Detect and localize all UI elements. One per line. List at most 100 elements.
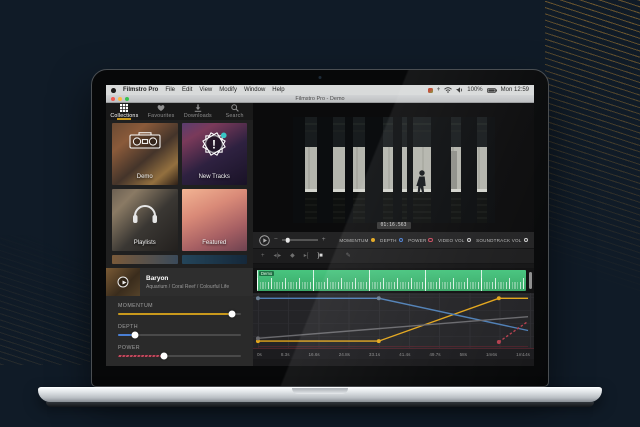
- collection-tile-new-tracks[interactable]: ! New Tracks: [182, 123, 248, 185]
- decor-stripes-right: [545, 0, 640, 330]
- collections-grid-icon: [120, 104, 128, 112]
- zoom-in-button[interactable]: +: [322, 237, 326, 244]
- channel-label: VIDEO VOL: [438, 238, 465, 243]
- power-slider-track[interactable]: [118, 355, 241, 357]
- library-tab-bar: Collections Favourites Downloads Se: [106, 103, 253, 120]
- expand-keyframe-icon[interactable]: ◆: [290, 253, 295, 259]
- menu-modify[interactable]: Modify: [219, 87, 237, 93]
- desktop-background: Filmstro Pro File Edit View Modify Windo…: [0, 0, 640, 427]
- tab-collections[interactable]: Collections: [106, 103, 143, 120]
- preview-zoom-slider[interactable]: [282, 239, 318, 241]
- timeline-clip-label: Demo: [259, 271, 274, 276]
- menu-bar-clock[interactable]: Mon 12:59: [501, 87, 529, 93]
- macos-menu-bar: Filmstro Pro File Edit View Modify Windo…: [106, 85, 534, 95]
- momentum-slider-handle[interactable]: [229, 311, 236, 318]
- axis-tick: 16.6s: [308, 352, 319, 357]
- timeline-scrollbar[interactable]: [529, 272, 532, 289]
- close-window-button[interactable]: [111, 97, 115, 101]
- collection-tile-featured[interactable]: Featured: [182, 189, 248, 251]
- preview-zoom-handle[interactable]: [285, 238, 290, 243]
- new-tracks-badge-icon: !: [201, 131, 227, 157]
- play-track-button[interactable]: [118, 277, 129, 288]
- menu-edit[interactable]: Edit: [182, 87, 192, 93]
- status-misc-icon[interactable]: +: [437, 87, 441, 93]
- power-slider-handle[interactable]: [160, 353, 167, 360]
- momentum-slider: MOMENTUM: [118, 303, 241, 315]
- power-slider-fill: [118, 355, 164, 357]
- bracket-out-icon[interactable]: ]■: [317, 253, 322, 259]
- add-keyframe-icon[interactable]: +: [261, 253, 265, 259]
- channel-toggle-depth[interactable]: DEPTH: [380, 238, 403, 243]
- depth-slider-track[interactable]: [118, 334, 241, 336]
- now-playing-bar[interactable]: Baryon Aquarium / Coral Reef / Colourful…: [106, 268, 253, 296]
- play-button[interactable]: [259, 235, 270, 246]
- battery-icon[interactable]: [487, 88, 497, 93]
- menu-file[interactable]: File: [165, 87, 175, 93]
- channel-toggle-power[interactable]: POWER: [408, 238, 433, 243]
- video-preview-zone[interactable]: 01:16.563: [253, 103, 534, 232]
- download-icon: [194, 104, 202, 112]
- axis-tick: 41.4s: [399, 352, 410, 357]
- boombox-icon: [129, 131, 161, 151]
- collection-tile-partial[interactable]: [112, 255, 178, 264]
- filmstro-app: Collections Favourites Downloads Se: [106, 103, 534, 366]
- collection-tile-label: Demo: [112, 174, 178, 180]
- power-slider: POWER: [118, 345, 241, 357]
- library-sidebar: Collections Favourites Downloads Se: [106, 103, 253, 366]
- depth-slider-handle[interactable]: [132, 332, 139, 339]
- channel-toggle-momentum[interactable]: MOMENTUM: [339, 238, 375, 243]
- trim-in-icon[interactable]: ◂|▸: [274, 253, 282, 259]
- heart-icon: [157, 104, 165, 112]
- track-title: Baryon: [146, 275, 229, 282]
- tab-favourites[interactable]: Favourites: [143, 103, 180, 120]
- collection-tile-playlists[interactable]: Playlists: [112, 189, 178, 251]
- channel-label: SOUNDTRACK VOL: [476, 238, 521, 243]
- tab-downloads[interactable]: Downloads: [180, 103, 217, 120]
- headphones-icon: [132, 201, 158, 225]
- wifi-icon[interactable]: [444, 87, 452, 93]
- collection-tile-demo[interactable]: Demo: [112, 123, 178, 185]
- video-vol-ring-icon: [467, 238, 472, 243]
- app-menu-title[interactable]: Filmstro Pro: [123, 87, 158, 93]
- collection-tile-partial[interactable]: [182, 255, 248, 264]
- time-axis: 0s 8.3s 16.6s 24.8s 33.1s 41.4s 49.7s 58…: [253, 348, 534, 359]
- tab-search[interactable]: Search: [216, 103, 253, 120]
- axis-tick: 49.7s: [429, 352, 440, 357]
- channel-toggle-video-vol[interactable]: VIDEO VOL: [438, 238, 471, 243]
- laptop-base: [38, 387, 602, 402]
- timeline-clip[interactable]: Demo: [257, 270, 526, 291]
- svg-text:!: !: [212, 138, 216, 152]
- depth-slider-label: DEPTH: [118, 324, 241, 330]
- apple-menu-icon[interactable]: [111, 88, 116, 93]
- momentum-slider-track[interactable]: [118, 313, 241, 315]
- bracket-in-icon[interactable]: ▸[: [304, 253, 309, 259]
- edit-icon[interactable]: ✎: [346, 253, 351, 259]
- soundtrack-vol-ring-icon: [524, 238, 529, 243]
- channel-label: DEPTH: [380, 238, 397, 243]
- window-title-bar[interactable]: Filmstro Pro - Demo: [106, 95, 534, 103]
- momentum-slider-fill: [118, 313, 232, 315]
- channel-label: POWER: [408, 238, 426, 243]
- zoom-window-button[interactable]: [125, 97, 129, 101]
- timeline-row: Demo: [253, 268, 534, 293]
- main-panel: 01:16.563 − + MOMENTUM: [253, 103, 534, 366]
- minimize-window-button[interactable]: [118, 97, 122, 101]
- channel-label: MOMENTUM: [339, 238, 368, 243]
- automation-curves-svg: [253, 293, 534, 348]
- status-app-icon[interactable]: [428, 88, 433, 93]
- collections-grid: Demo ! New Tracks Playlists Featured: [106, 120, 253, 264]
- axis-tick: 1m6s: [486, 352, 497, 357]
- volume-icon[interactable]: [456, 87, 463, 93]
- automation-graph[interactable]: [253, 293, 534, 348]
- axis-tick: 24.8s: [339, 352, 350, 357]
- menu-view[interactable]: View: [199, 87, 212, 93]
- power-slider-label: POWER: [118, 345, 241, 351]
- menu-help[interactable]: Help: [272, 87, 284, 93]
- video-frame: [293, 117, 495, 223]
- keyframe-toolbar: + ◂|▸ ◆ ▸[ ]■ ✎: [253, 249, 534, 264]
- channel-toggle-soundtrack-vol[interactable]: SOUNDTRACK VOL: [476, 238, 528, 243]
- menu-window[interactable]: Window: [244, 87, 265, 93]
- depth-slider: DEPTH: [118, 324, 241, 336]
- zoom-out-button[interactable]: −: [274, 237, 278, 244]
- axis-tick: 1m14s: [516, 352, 530, 357]
